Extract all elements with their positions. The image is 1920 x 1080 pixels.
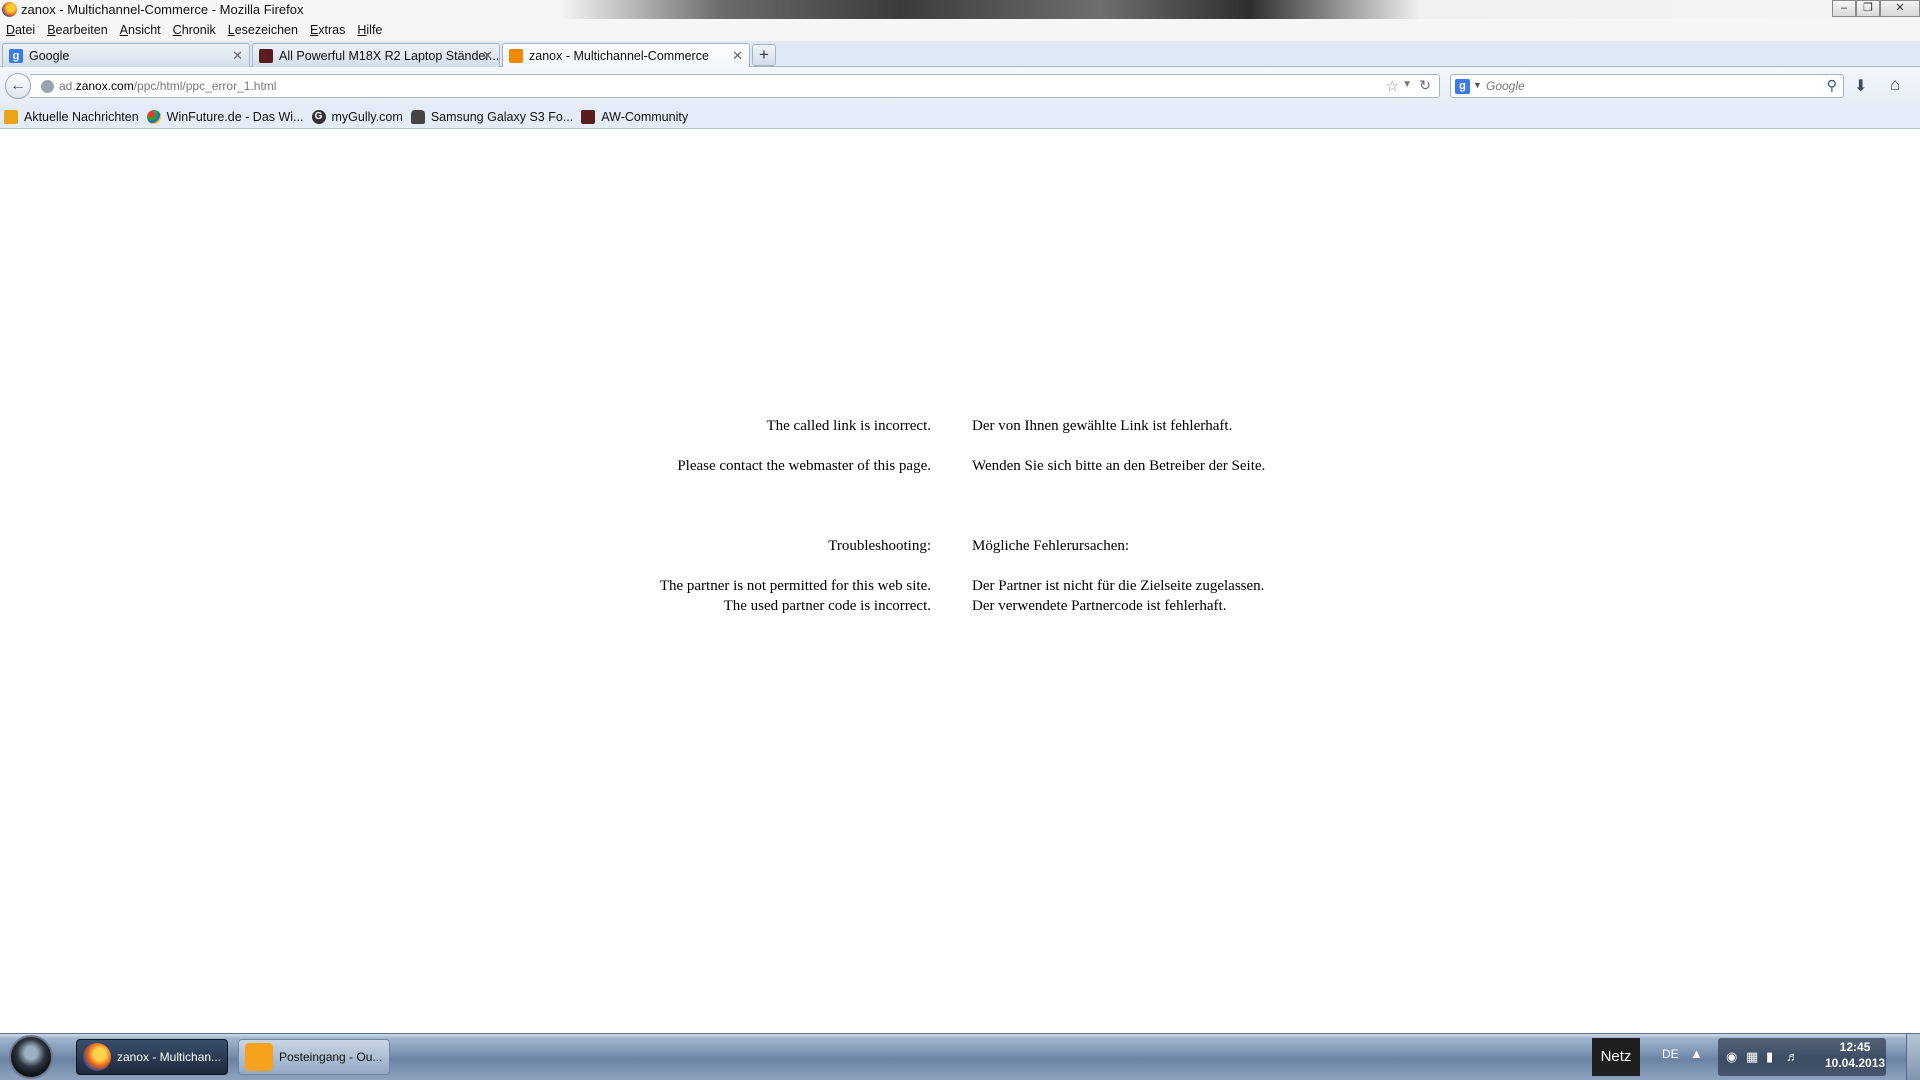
search-input[interactable]: Google [1486,79,1525,93]
outlook-icon [245,1043,273,1071]
taskbar: zanox - Multichan... Posteingang - Ou...… [0,1033,1920,1080]
volume-icon[interactable]: ♬ [1786,1049,1799,1064]
tab-alienware[interactable]: All Powerful M18X R2 Laptop Ständer... ✕ [252,43,500,67]
search-bar[interactable]: g ▼ Google ⚲ [1450,74,1844,98]
firefox-icon [83,1043,111,1071]
menu-lesezeichen[interactable]: Lesezeichen [228,23,298,37]
url-history-dropdown-icon[interactable]: ▼ [1402,79,1412,90]
google-icon: g [9,48,23,63]
tab-google[interactable]: g Google ✕ [2,43,250,67]
restore-button[interactable]: ❐ [1856,0,1880,17]
bookmark-aw-community[interactable]: AW-Community [581,109,688,124]
reload-icon[interactable]: ↻ [1419,77,1431,94]
bookmark-mygully[interactable]: G myGully.com [311,109,403,124]
network-signal-icon[interactable]: ▮ [1766,1049,1773,1065]
close-tab-icon[interactable]: ✕ [232,48,243,64]
navigation-toolbar: ad.zanox.com/ppc/html/ppc_error_1.html ☆… [0,67,1920,105]
google-search-engine-icon[interactable]: g [1455,79,1470,94]
url-bar[interactable]: ad.zanox.com/ppc/html/ppc_error_1.html ☆… [30,74,1440,98]
feed-icon [4,109,18,124]
menu-bar: Datei Bearbeiten Ansicht Chronik Lesezei… [0,19,1920,41]
menu-datei[interactable]: Datei [6,23,35,37]
cause-partner-en: The partner is not permitted for this we… [659,578,931,594]
close-tab-icon[interactable]: ✕ [732,48,743,64]
menu-bearbeiten[interactable]: Bearbeiten [47,23,107,37]
show-desktop-button[interactable] [1906,1034,1920,1080]
tab-zanox[interactable]: zanox - Multichannel-Commerce ✕ [502,43,750,68]
url-text[interactable]: ad.zanox.com/ppc/html/ppc_error_1.html [59,79,276,93]
menu-ansicht[interactable]: Ansicht [120,23,161,37]
window-controls: – ❐ ✕ [1832,0,1920,17]
page-content: The called link is incorrect. Der von Ih… [0,129,1920,1033]
troubleshooting-heading-de: Mögliche Fehlerursachen: [972,538,1130,554]
bookmark-samsung-galaxy[interactable]: Samsung Galaxy S3 Fo... [410,109,573,124]
clock-date: 10.04.2013 [1825,1056,1886,1070]
search-icon[interactable]: ⚲ [1827,77,1837,94]
cause-code-en: The used partner code is incorrect. [723,598,931,614]
site-identity-icon[interactable] [41,80,54,93]
bookmark-star-icon[interactable]: ☆ [1386,77,1399,95]
zanox-icon [509,49,523,63]
back-button[interactable]: ← [5,73,31,99]
tab-label: zanox - Multichannel-Commerce [529,49,709,63]
tab-label: All Powerful M18X R2 Laptop Ständer... [279,48,500,63]
cause-code-de: Der verwendete Partnercode ist fehlerhaf… [972,598,1227,614]
bookmarks-toolbar: Aktuelle Nachrichten WinFuture.de - Das … [0,105,1920,129]
tray-app-icon[interactable]: ◉ [1726,1049,1737,1065]
downloads-icon[interactable]: ⬇ [1854,76,1867,96]
taskbar-firefox[interactable]: zanox - Multichan... [76,1039,228,1075]
contact-message-en: Please contact the webmaster of this pag… [677,458,931,474]
alienware-icon [581,109,596,124]
alienware-icon [259,48,273,63]
show-hidden-icons-button[interactable]: ▲ [1690,1046,1703,1061]
troubleshooting-heading-en: Troubleshooting: [828,538,931,554]
cause-partner-de: Der Partner ist nicht für die Zielseite … [972,578,1265,594]
firefox-icon[interactable] [2,2,17,17]
start-button[interactable] [9,1035,53,1079]
bookmark-aktuelle-nachrichten[interactable]: Aktuelle Nachrichten [4,109,139,124]
new-tab-button[interactable]: + [752,44,776,66]
clock-time: 12:45 [1839,1040,1871,1054]
close-tab-icon[interactable]: ✕ [482,48,493,64]
netz-toolbar[interactable]: Netz [1592,1038,1640,1076]
menu-extras[interactable]: Extras [310,23,345,37]
language-indicator[interactable]: DE [1662,1047,1679,1061]
menu-chronik[interactable]: Chronik [173,23,216,37]
winfuture-icon [146,109,161,124]
clock[interactable]: 12:45 10.04.2013 [1825,1039,1885,1071]
close-window-button[interactable]: ✕ [1880,0,1920,17]
android-icon [410,109,425,124]
window-title: zanox - Multichannel-Commerce - Mozilla … [21,2,304,17]
bookmark-winfuture[interactable]: WinFuture.de - Das Wi... [146,109,304,124]
minimize-button[interactable]: – [1832,0,1856,17]
home-icon[interactable]: ⌂ [1890,75,1900,95]
contact-message-de: Wenden Sie sich bitte an den Betreiber d… [972,458,1266,474]
tab-strip: g Google ✕ All Powerful M18X R2 Laptop S… [0,41,1920,68]
error-message-en: The called link is incorrect. [766,418,931,434]
taskbar-outlook[interactable]: Posteingang - Ou... [238,1039,390,1075]
mygully-icon: G [311,109,326,124]
search-engine-dropdown-icon[interactable]: ▼ [1473,80,1482,90]
error-message-de: Der von Ihnen gewählte Link ist fehlerha… [972,418,1233,434]
tab-label: Google [29,48,70,63]
menu-hilfe[interactable]: Hilfe [357,23,382,37]
window-title-bar[interactable]: zanox - Multichannel-Commerce - Mozilla … [0,0,1920,19]
tray-device-icon[interactable]: ▦ [1746,1049,1758,1065]
